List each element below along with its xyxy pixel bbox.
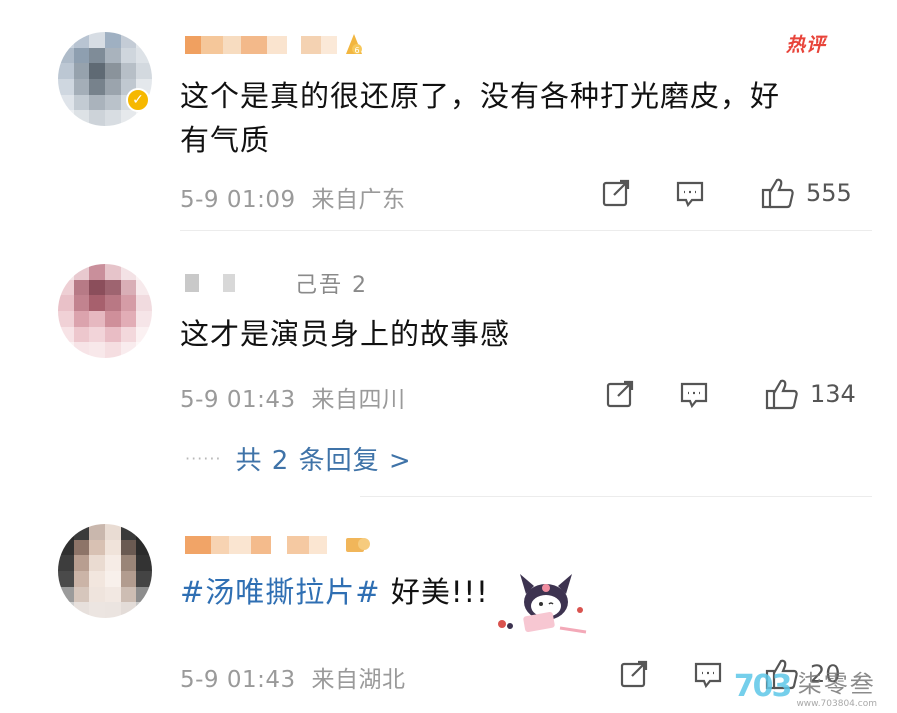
- comment-button[interactable]: [692, 658, 724, 690]
- level-badge-icon: [344, 532, 372, 556]
- timestamp: 5-9 01:43: [180, 667, 296, 693]
- comment-body: 好美!!!: [380, 575, 489, 609]
- comment-meta: 5-9 01:43 来自湖北: [180, 660, 405, 694]
- username-blurred[interactable]: [185, 536, 341, 558]
- blurred-avatar: [58, 524, 152, 618]
- comment-3: #汤唯撕拉片# 好美!!! 5-9 01:43 来自湖北 20: [0, 0, 897, 713]
- site-watermark: 703 柒零叁 www.703804.com: [734, 664, 877, 709]
- comment-text: #汤唯撕拉片# 好美!!!: [180, 570, 489, 614]
- watermark-logo: 703: [733, 669, 793, 704]
- watermark-name: 柒零叁: [797, 670, 876, 698]
- watermark-text: 柒零叁 www.703804.com: [796, 664, 877, 709]
- avatar[interactable]: [58, 524, 152, 618]
- hashtag-link[interactable]: #汤唯撕拉片#: [180, 575, 381, 609]
- kuromi-sticker: [490, 566, 590, 638]
- watermark-url: www.703804.com: [796, 699, 877, 709]
- location: 来自湖北: [311, 667, 406, 693]
- repost-button[interactable]: [618, 658, 650, 690]
- comment-icon: [692, 658, 724, 690]
- repost-icon: [618, 658, 650, 690]
